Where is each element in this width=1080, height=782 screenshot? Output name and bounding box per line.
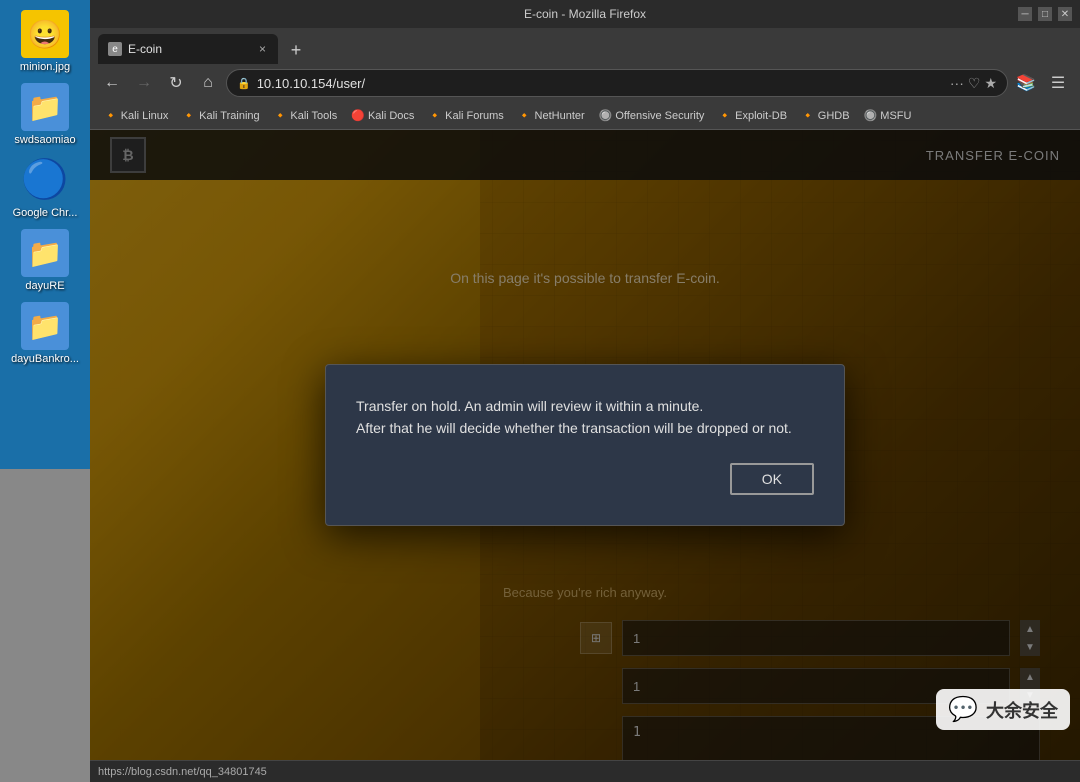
kali-tools-label: Kali Tools [290,110,337,122]
address-bar[interactable]: 🔒 10.10.10.154/user/ ··· ♡ ★ [226,69,1008,97]
tab-favicon: e [108,42,122,56]
kali-docs-label: Kali Docs [368,110,414,122]
folder-icon-dayure: 📁 [21,229,69,277]
ecoin-page: ₿ TRANSFER E-COIN On this page it's poss… [90,130,1080,760]
chrome-label: Google Chr... [13,207,78,219]
bookmark-kali-training[interactable]: 🔸 Kali Training [176,107,265,124]
offensive-security-label: Offensive Security [615,110,704,122]
library-button[interactable]: 📚 [1012,69,1040,97]
status-url: https://blog.csdn.net/qq_34801745 [98,766,267,778]
kali-docs-icon: 🔴 [351,109,365,122]
swdsaomiao-label: swdsaomiao [14,134,75,146]
alert-dialog: Transfer on hold. An admin will review i… [325,364,845,527]
close-button[interactable]: ✕ [1058,7,1072,21]
offensive-security-icon: 🔘 [599,109,613,122]
forward-button[interactable]: → [130,69,158,97]
dialog-footer: OK [356,463,814,495]
kali-tools-icon: 🔸 [274,109,288,122]
star-button[interactable]: ★ [984,75,997,92]
reload-button[interactable]: ↻ [162,69,190,97]
minion-label: minion.jpg [20,61,70,73]
dayure-label: dayuRE [25,280,64,292]
exploit-db-label: Exploit-DB [735,110,787,122]
web-content: ₿ TRANSFER E-COIN On this page it's poss… [90,130,1080,760]
address-icons: ··· ♡ ★ [950,75,997,92]
bookmark-nethunter[interactable]: 🔸 NetHunter [512,107,591,124]
bookmark-button[interactable]: ♡ [968,75,981,92]
kali-linux-label: Kali Linux [121,110,169,122]
desktop-icon-minion[interactable]: 😀 minion.jpg [5,10,85,73]
new-tab-button[interactable]: + [282,36,310,64]
navigation-bar: ← → ↻ ⌂ 🔒 10.10.10.154/user/ ··· ♡ ★ 📚 ☰ [90,64,1080,102]
browser-window: E-coin - Mozilla Firefox ─ □ ✕ e E-coin … [90,0,1080,782]
folder-icon-swdsaomiao: 📁 [21,83,69,131]
desktop-sidebar: 😀 minion.jpg 📁 swdsaomiao 🔵 Google Chr..… [0,0,90,782]
dialog-overlay: Transfer on hold. An admin will review i… [90,130,1080,760]
more-button[interactable]: ··· [950,75,964,92]
dialog-ok-button[interactable]: OK [730,463,814,495]
nethunter-icon: 🔸 [518,109,532,122]
msfu-label: MSFU [880,110,911,122]
address-prefix: 10.10.10.154 [257,76,333,91]
title-bar-controls: ─ □ ✕ [1018,7,1072,21]
kali-training-icon: 🔸 [182,109,196,122]
bookmark-msfu[interactable]: 🔘 MSFU [858,107,918,124]
minimize-button[interactable]: ─ [1018,7,1032,21]
back-button[interactable]: ← [98,69,126,97]
kali-forums-icon: 🔸 [428,109,442,122]
desktop-icon-swdsaomiao[interactable]: 📁 swdsaomiao [5,83,85,146]
status-bar: https://blog.csdn.net/qq_34801745 [90,760,1080,782]
dialog-line2: After that he will decide whether the tr… [356,420,792,436]
folder-icon-dayubankro: 📁 [21,302,69,350]
kali-forums-label: Kali Forums [445,110,504,122]
desktop-icon-chrome[interactable]: 🔵 Google Chr... [5,156,85,219]
desktop-icon-dayubankro[interactable]: 📁 dayuBankro... [5,302,85,365]
exploit-db-icon: 🔸 [718,109,732,122]
ghdb-icon: 🔸 [801,109,815,122]
active-tab[interactable]: e E-coin × [98,34,278,64]
tab-title: E-coin [128,42,251,56]
tab-close-button[interactable]: × [257,40,268,58]
minion-icon: 😀 [21,10,69,58]
wechat-icon: 💬 [948,695,978,724]
bookmark-kali-linux[interactable]: 🔸 Kali Linux [98,107,174,124]
chrome-icon: 🔵 [21,156,69,204]
ghdb-label: GHDB [818,110,850,122]
msfu-icon: 🔘 [864,109,878,122]
maximize-button[interactable]: □ [1038,7,1052,21]
bookmark-offensive-security[interactable]: 🔘 Offensive Security [593,107,711,124]
dialog-line1: Transfer on hold. An admin will review i… [356,398,703,414]
bookmark-kali-forums[interactable]: 🔸 Kali Forums [422,107,509,124]
wechat-text: 大余安全 [986,697,1058,723]
bookmark-kali-docs[interactable]: 🔴 Kali Docs [345,107,420,124]
address-path: /user/ [333,76,366,91]
menu-button[interactable]: ☰ [1044,69,1072,97]
title-bar: E-coin - Mozilla Firefox ─ □ ✕ [90,0,1080,28]
home-button[interactable]: ⌂ [194,69,222,97]
tab-bar: e E-coin × + [90,28,1080,64]
bookmark-ghdb[interactable]: 🔸 GHDB [795,107,855,124]
title-bar-text: E-coin - Mozilla Firefox [524,7,646,21]
desktop-icon-dayure[interactable]: 📁 dayuRE [5,229,85,292]
kali-training-label: Kali Training [199,110,260,122]
address-text: 10.10.10.154/user/ [257,76,944,91]
dayubankro-label: dayuBankro... [11,353,79,365]
bookmarks-bar: 🔸 Kali Linux 🔸 Kali Training 🔸 Kali Tool… [90,102,1080,130]
wechat-watermark: 💬 大余安全 [936,689,1070,730]
bookmark-exploit-db[interactable]: 🔸 Exploit-DB [712,107,793,124]
kali-linux-icon: 🔸 [104,109,118,122]
lock-icon: 🔒 [237,77,251,90]
nethunter-label: NetHunter [535,110,585,122]
nav-extra-buttons: 📚 ☰ [1012,69,1072,97]
bookmark-kali-tools[interactable]: 🔸 Kali Tools [268,107,344,124]
dialog-message: Transfer on hold. An admin will review i… [356,395,814,440]
